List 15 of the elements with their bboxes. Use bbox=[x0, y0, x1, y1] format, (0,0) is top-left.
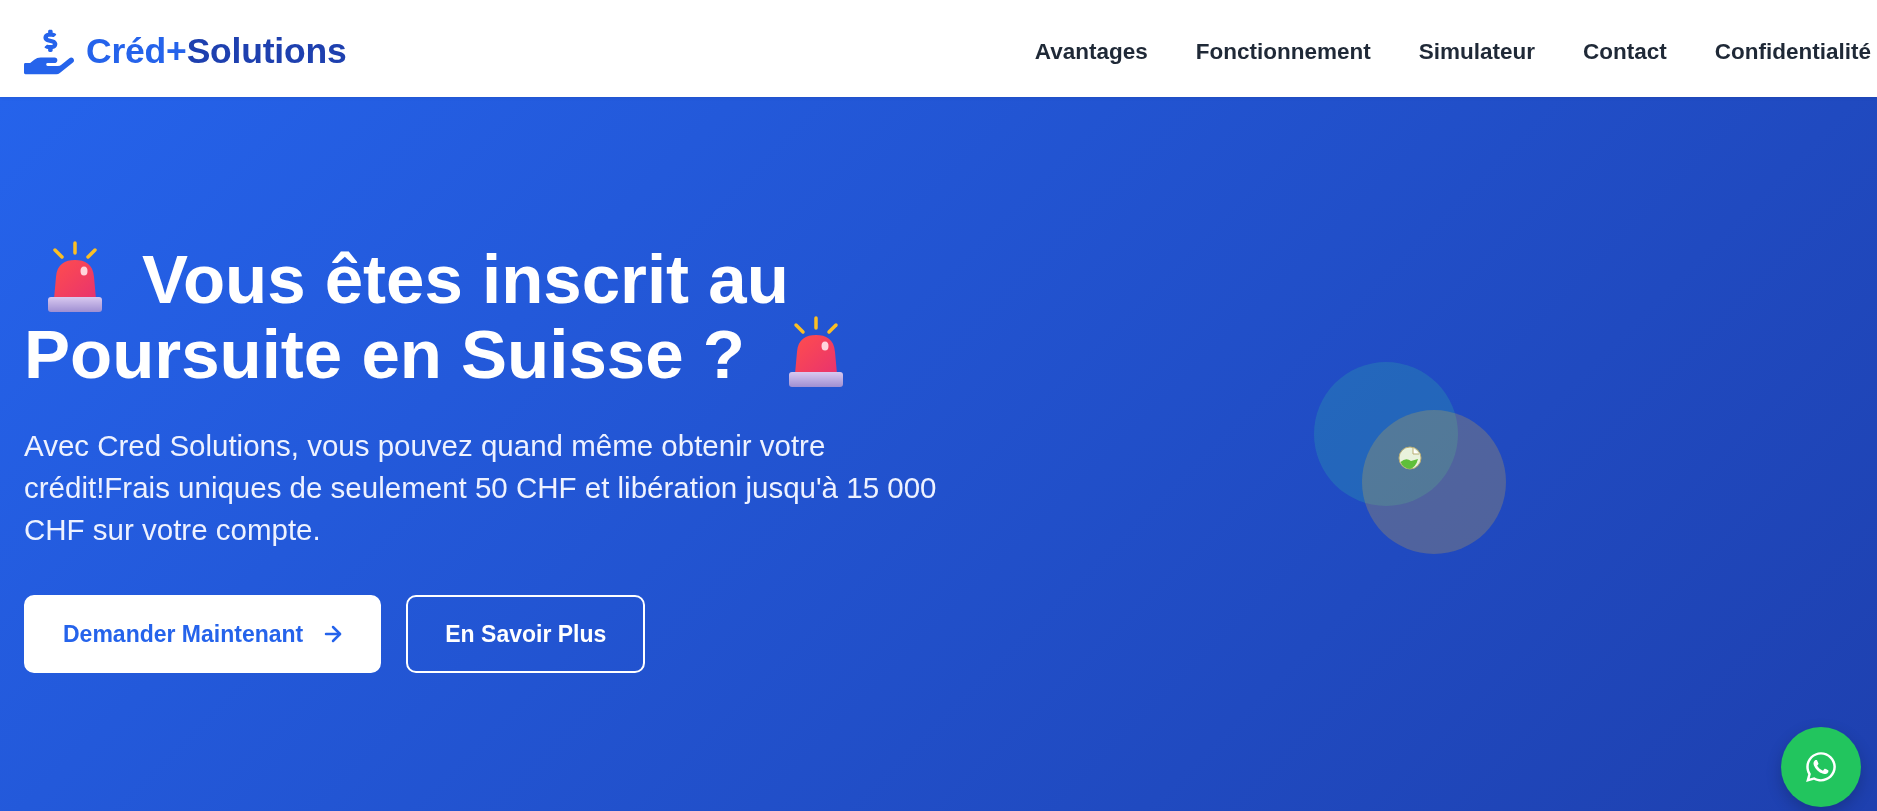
siren-icon bbox=[786, 316, 845, 388]
logo-text[interactable]: Créd+Solutions bbox=[86, 31, 347, 72]
hero-title: Vous êtes inscrit au bbox=[142, 241, 789, 318]
siren-icon bbox=[46, 241, 104, 313]
image-icon bbox=[1397, 446, 1422, 470]
nav-link[interactable]: Contact bbox=[1583, 38, 1667, 65]
nav-link[interactable]: Fonctionnement bbox=[1195, 38, 1371, 65]
apply-button[interactable]: Demander Maintenant bbox=[24, 595, 382, 673]
nav-link[interactable]: Avantages bbox=[1034, 38, 1148, 65]
learn-more-button[interactable]: En Savoir Plus bbox=[406, 595, 646, 673]
nav-link[interactable]: Confidentialité bbox=[1714, 38, 1871, 65]
nav-link[interactable]: Simulateur bbox=[1418, 38, 1535, 65]
hero-description: Avec Cred Solutions, vous pouvez quand même obtenir votre crédit!Frais uniques de seulement 50 CHF et libération jusqu'à 15 000 CHF sur votre compte. bbox=[24, 428, 938, 548]
whatsapp-icon bbox=[1804, 750, 1838, 784]
hero-title: Poursuite en Suisse ? bbox=[24, 316, 745, 393]
